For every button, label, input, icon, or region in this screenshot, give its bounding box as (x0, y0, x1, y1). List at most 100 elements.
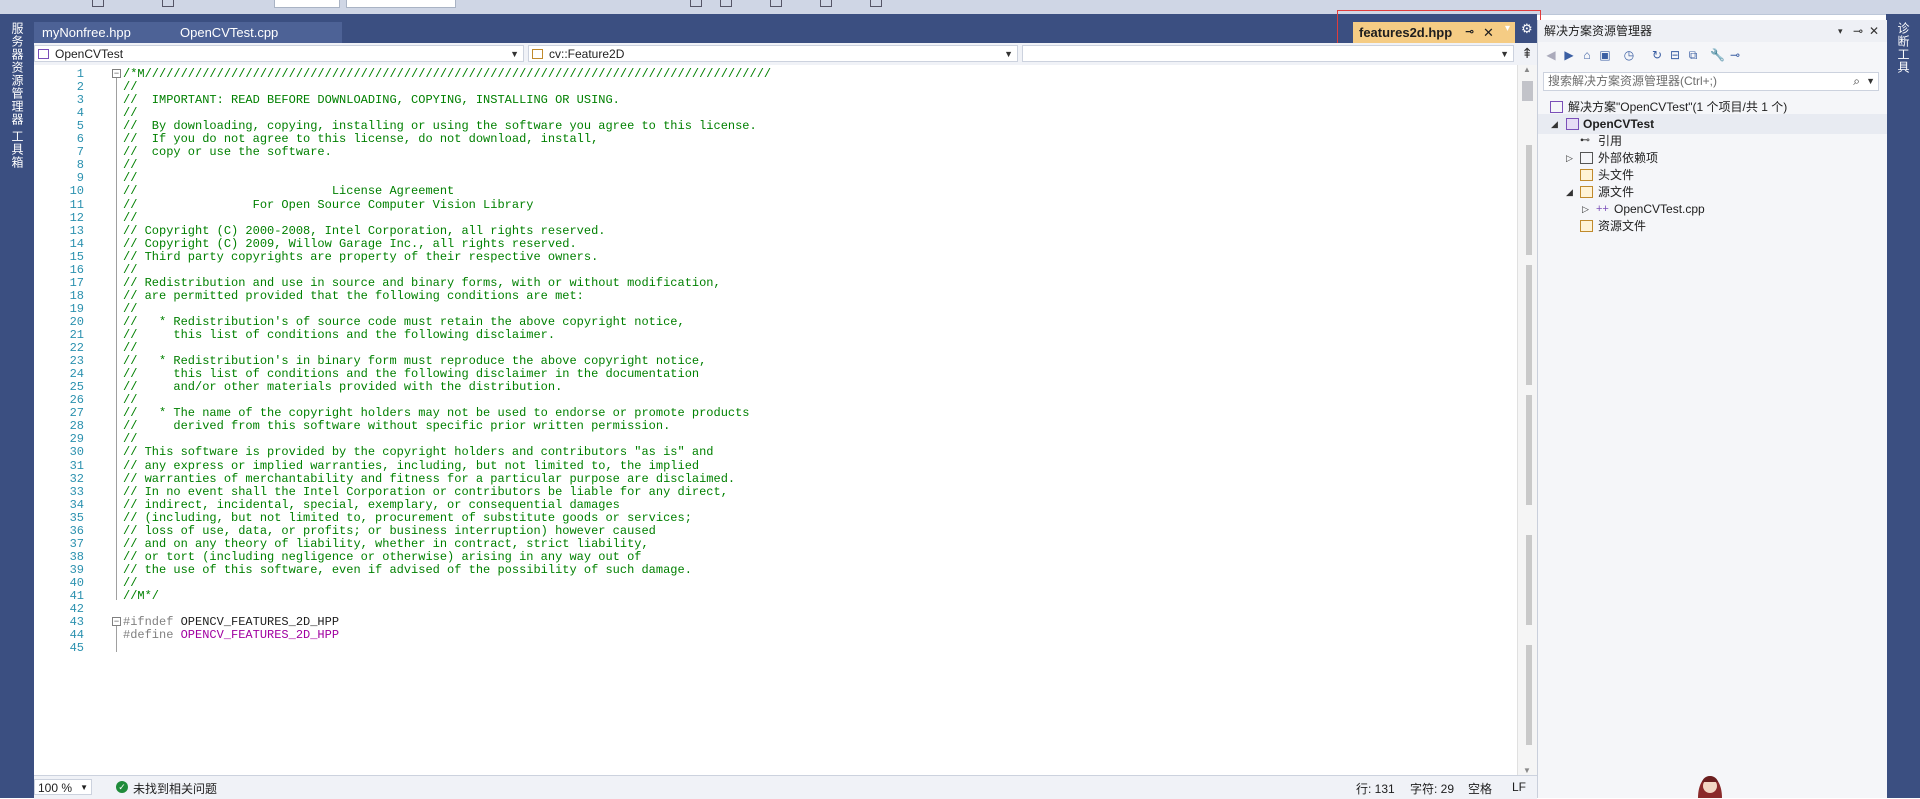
code-line[interactable]: // (123, 302, 137, 316)
toolbar-icon[interactable] (720, 0, 732, 7)
code-line[interactable]: // By downloading, copying, installing o… (123, 119, 757, 133)
forward-icon[interactable]: ▶ (1562, 48, 1576, 62)
char-indicator[interactable]: 字符: 29 (1410, 780, 1454, 797)
toolbar-icon[interactable] (690, 0, 702, 7)
code-line[interactable]: // (123, 341, 137, 355)
tab-mynonfree[interactable]: myNonfree.hpp (34, 22, 180, 43)
code-line[interactable]: // and on any theory of liability, wheth… (123, 537, 649, 551)
preview-icon[interactable]: ⊸ (1728, 48, 1742, 62)
code-line[interactable]: // (123, 158, 137, 172)
line-indicator[interactable]: 行: 131 (1356, 780, 1395, 797)
code-line[interactable]: // In no event shall the Intel Corporati… (123, 485, 728, 499)
chevron-down-icon[interactable]: ▼ (1866, 73, 1875, 90)
code-line[interactable]: // this list of conditions and the follo… (123, 367, 699, 381)
code-line[interactable]: // copy or use the software. (123, 145, 332, 159)
code-line[interactable]: /*M/////////////////////////////////////… (123, 67, 771, 81)
code-line[interactable]: // any express or implied warranties, in… (123, 459, 699, 473)
toolbar-icon[interactable] (162, 0, 174, 7)
code-line[interactable]: // the use of this software, even if adv… (123, 563, 692, 577)
code-line[interactable]: // Copyright (C) 2000-2008, Intel Corpor… (123, 224, 605, 238)
toolbar-icon[interactable] (820, 0, 832, 7)
code-line[interactable]: // (including, but not limited to, procu… (123, 511, 692, 525)
code-line[interactable]: // warranties of merchantability and fit… (123, 472, 735, 486)
code-line[interactable]: // and/or other materials provided with … (123, 380, 562, 394)
code-line[interactable]: // are permitted provided that the follo… (123, 289, 584, 303)
line-number: 45 (69, 641, 84, 656)
close-icon[interactable]: ✕ (1869, 20, 1879, 42)
code-line[interactable]: // (123, 171, 137, 185)
code-line[interactable]: // this list of conditions and the follo… (123, 328, 555, 342)
code-line[interactable]: // License Agreement (123, 184, 454, 198)
refresh-icon[interactable]: ↻ (1650, 48, 1664, 62)
line-number: 39 (69, 562, 84, 577)
code-line[interactable]: // (123, 393, 137, 407)
tab-opencvtest-cpp[interactable]: OpenCVTest.cpp (172, 22, 342, 43)
code-line[interactable]: // For Open Source Computer Vision Libra… (123, 198, 533, 212)
code-line[interactable]: // (123, 211, 137, 225)
toolbar-icon[interactable] (870, 0, 882, 7)
code-line[interactable]: // Third party copyrights are property o… (123, 250, 598, 264)
fold-toggle-icon[interactable]: − (112, 617, 121, 627)
code-line[interactable]: // (123, 106, 137, 120)
code-line[interactable]: // IMPORTANT: READ BEFORE DOWNLOADING, C… (123, 93, 620, 107)
code-editor[interactable]: 1 2 3 4 5 6 7 8 9 10 11 12 13 14 15 16 17 18 19 20 21 22 23 24 2… (34, 65, 1517, 775)
switch-views-icon[interactable]: ▣ (1598, 48, 1612, 62)
toolbar-icon[interactable] (770, 0, 782, 7)
home-icon[interactable]: ⌂ (1580, 48, 1594, 62)
split-window-icon[interactable]: ⇞ (1521, 45, 1533, 61)
code-line[interactable]: // This software is provided by the copy… (123, 445, 714, 459)
zoom-dropdown[interactable]: 100 % ▼ (34, 779, 92, 795)
tree-item-resource-files[interactable]: 资源文件 (1538, 216, 1887, 236)
code-line[interactable]: // Redistribution and use in source and … (123, 276, 721, 290)
toolbox-tab[interactable]: 工具箱 (9, 130, 26, 169)
scrollbar-thumb[interactable] (1522, 81, 1533, 101)
code-line[interactable]: #ifndef OPENCV_FEATURES_2D_HPP (123, 615, 339, 629)
top-toolbar (0, 0, 1920, 15)
member-dropdown[interactable]: ▼ (1022, 45, 1514, 62)
toolbar-icon[interactable] (92, 0, 104, 7)
vertical-scrollbar[interactable]: ▲ ▼ (1517, 65, 1538, 775)
search-icon[interactable]: ⌕ (1853, 73, 1860, 90)
left-tool-strip: 服务器资源管理器 工具箱 (0, 14, 34, 798)
code-line[interactable]: // indirect, incidental, special, exempl… (123, 498, 620, 512)
diagnostic-tools-tab[interactable]: 诊断工具 (1895, 22, 1912, 74)
pending-changes-icon[interactable]: ◷ (1622, 48, 1636, 62)
code-line[interactable]: // (123, 576, 137, 590)
code-line[interactable]: // If you do not agree to this license, … (123, 132, 598, 146)
project-dropdown[interactable]: OpenCVTest ▼ (34, 45, 524, 62)
back-icon[interactable]: ◀ (1544, 48, 1558, 62)
fold-toggle-icon[interactable]: − (112, 69, 121, 78)
code-line[interactable]: // * Redistribution's of source code mus… (123, 315, 685, 329)
collapse-all-icon[interactable]: ⊟ (1668, 48, 1682, 62)
code-line[interactable]: //M*/ (123, 589, 159, 603)
code-line[interactable]: // loss of use, data, or profits; or bus… (123, 524, 656, 538)
indent-indicator[interactable]: 空格 (1468, 780, 1492, 797)
properties-wrench-icon[interactable]: 🔧 (1710, 48, 1725, 62)
solution-icon (1550, 101, 1563, 113)
scroll-up-arrow-icon[interactable]: ▲ (1523, 65, 1531, 74)
show-all-files-icon[interactable]: ⧉ (1686, 48, 1700, 62)
line-number: 27 (69, 406, 84, 421)
scroll-down-arrow-icon[interactable]: ▼ (1523, 766, 1531, 775)
window-position-icon[interactable]: ▾ (1838, 20, 1843, 42)
code-line[interactable]: // * Redistribution's in binary form mus… (123, 354, 706, 368)
code-line[interactable]: // * The name of the copyright holders m… (123, 406, 750, 420)
code-line[interactable]: // (123, 432, 137, 446)
code-line[interactable]: // (123, 80, 137, 94)
eol-indicator[interactable]: LF (1512, 780, 1526, 794)
solution-search-input[interactable]: 搜索解决方案资源管理器(Ctrl+;) ⌕ ▼ (1543, 72, 1879, 91)
scope-dropdown[interactable]: cv::Feature2D ▼ (528, 45, 1018, 62)
toolbar-config-combo[interactable] (274, 0, 340, 8)
toolbar-platform-combo[interactable] (346, 0, 456, 8)
code-token: // (123, 262, 138, 277)
issues-status[interactable]: 未找到相关问题 (133, 780, 217, 797)
pin-icon[interactable]: ⊸ (1853, 20, 1863, 42)
code-line[interactable]: // or tort (including negligence or othe… (123, 550, 641, 564)
server-explorer-tab[interactable]: 服务器资源管理器 (9, 22, 26, 126)
code-line[interactable]: // Copyright (C) 2009, Willow Garage Inc… (123, 237, 577, 251)
code-line[interactable]: #define OPENCV_FEATURES_2D_HPP (123, 628, 339, 642)
code-token: // copy or use the software. (123, 145, 332, 160)
code-line[interactable]: // (123, 263, 137, 277)
code-token: // For Open Source Computer Vision Libra… (123, 197, 534, 212)
code-line[interactable]: // derived from this software without sp… (123, 419, 670, 433)
